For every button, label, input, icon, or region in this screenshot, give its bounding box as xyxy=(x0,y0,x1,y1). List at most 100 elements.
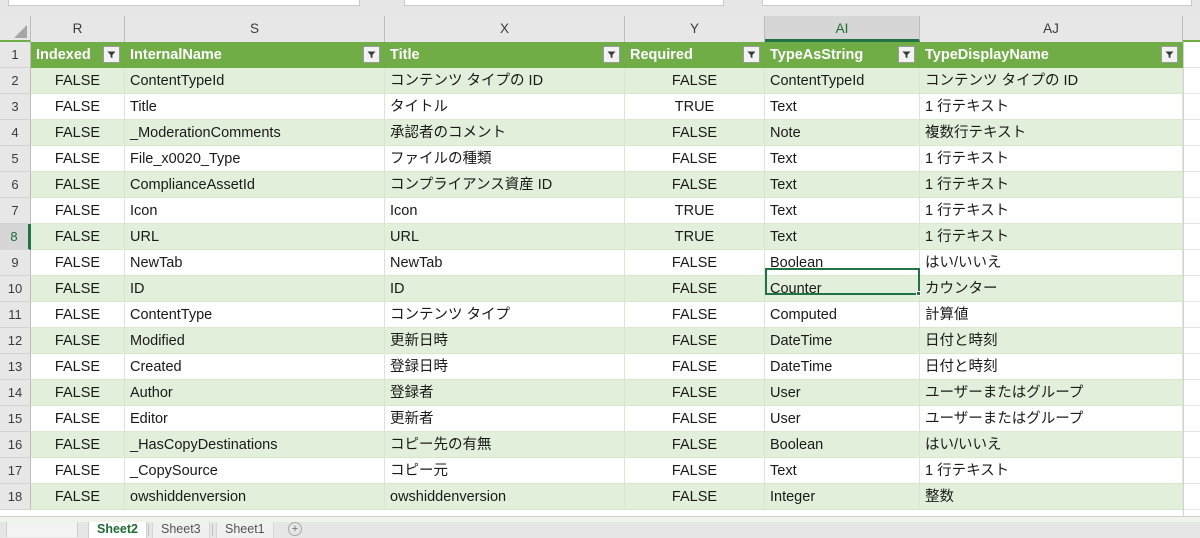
table-cell[interactable]: URL xyxy=(125,224,385,250)
table-cell[interactable]: Icon xyxy=(125,198,385,224)
column-header-y[interactable]: Y xyxy=(625,16,765,42)
table-cell[interactable]: FALSE xyxy=(31,146,125,172)
table-cell[interactable]: ユーザーまたはグループ xyxy=(920,406,1183,432)
filter-dropdown-icon[interactable] xyxy=(603,46,620,63)
filter-dropdown-icon[interactable] xyxy=(103,46,120,63)
table-cell[interactable]: Created xyxy=(125,354,385,380)
table-cell[interactable]: FALSE xyxy=(31,250,125,276)
table-cell[interactable]: File_x0020_Type xyxy=(125,146,385,172)
table-cell[interactable]: FALSE xyxy=(31,380,125,406)
filter-dropdown-icon[interactable] xyxy=(898,46,915,63)
table-cell[interactable]: Editor xyxy=(125,406,385,432)
table-cell[interactable]: 登録者 xyxy=(385,380,625,406)
table-cell[interactable]: FALSE xyxy=(625,68,765,94)
table-cell[interactable]: FALSE xyxy=(31,458,125,484)
table-cell[interactable]: はい/いいえ xyxy=(920,432,1183,458)
table-cell[interactable]: Integer xyxy=(765,484,920,510)
row-header-15[interactable]: 15 xyxy=(0,406,31,432)
table-cell[interactable]: FALSE xyxy=(31,328,125,354)
table-cell[interactable]: ContentTypeId xyxy=(765,68,920,94)
table-cell[interactable]: ID xyxy=(385,276,625,302)
table-cell[interactable]: FALSE xyxy=(625,406,765,432)
table-cell[interactable]: FALSE xyxy=(31,94,125,120)
table-cell[interactable]: 1 行テキスト xyxy=(920,146,1183,172)
column-header-ai[interactable]: AI xyxy=(765,16,920,42)
table-cell[interactable]: DateTime xyxy=(765,328,920,354)
table-cell[interactable]: Boolean xyxy=(765,432,920,458)
table-cell[interactable]: FALSE xyxy=(31,302,125,328)
sheet-tab-sheet3[interactable]: Sheet3 xyxy=(152,522,210,538)
row-header-14[interactable]: 14 xyxy=(0,380,31,406)
table-cell[interactable]: owshiddenversion xyxy=(385,484,625,510)
table-cell[interactable]: ComplianceAssetId xyxy=(125,172,385,198)
table-cell[interactable]: Author xyxy=(125,380,385,406)
table-cell[interactable]: Boolean xyxy=(765,250,920,276)
table-cell[interactable]: 複数行テキスト xyxy=(920,120,1183,146)
table-cell[interactable]: TRUE xyxy=(625,224,765,250)
row-header-16[interactable]: 16 xyxy=(0,432,31,458)
row-header-12[interactable]: 12 xyxy=(0,328,31,354)
table-cell[interactable]: FALSE xyxy=(31,406,125,432)
select-all-corner[interactable] xyxy=(0,16,31,42)
table-cell[interactable]: コンプライアンス資産 ID xyxy=(385,172,625,198)
add-sheet-button[interactable]: + xyxy=(288,522,302,536)
row-header-6[interactable]: 6 xyxy=(0,172,31,198)
filter-dropdown-icon[interactable] xyxy=(1161,46,1178,63)
table-cell[interactable]: 1 行テキスト xyxy=(920,224,1183,250)
table-cell[interactable]: User xyxy=(765,406,920,432)
column-header-aj[interactable]: AJ xyxy=(920,16,1183,42)
table-cell[interactable]: FALSE xyxy=(625,380,765,406)
table-cell[interactable]: Text xyxy=(765,198,920,224)
table-cell[interactable]: FALSE xyxy=(31,224,125,250)
table-cell[interactable]: 更新者 xyxy=(385,406,625,432)
row-header-2[interactable]: 2 xyxy=(0,68,31,94)
table-cell[interactable]: 日付と時刻 xyxy=(920,354,1183,380)
table-cell[interactable]: _HasCopyDestinations xyxy=(125,432,385,458)
table-cell[interactable]: ID xyxy=(125,276,385,302)
table-cell[interactable]: FALSE xyxy=(625,302,765,328)
table-cell[interactable]: FALSE xyxy=(31,68,125,94)
table-cell[interactable]: 承認者のコメント xyxy=(385,120,625,146)
table-cell[interactable]: コンテンツ タイプの ID xyxy=(385,68,625,94)
row-header-1[interactable]: 1 xyxy=(0,42,31,68)
row-header-11[interactable]: 11 xyxy=(0,302,31,328)
table-cell[interactable]: FALSE xyxy=(31,198,125,224)
table-cell[interactable]: ContentType xyxy=(125,302,385,328)
table-cell[interactable]: FALSE xyxy=(31,484,125,510)
table-cell[interactable]: 日付と時刻 xyxy=(920,328,1183,354)
table-cell[interactable]: owshiddenversion xyxy=(125,484,385,510)
table-cell[interactable]: FALSE xyxy=(625,432,765,458)
column-header-x[interactable]: X xyxy=(385,16,625,42)
table-cell[interactable]: FALSE xyxy=(625,120,765,146)
table-cell[interactable]: コピー元 xyxy=(385,458,625,484)
sheet-tab-sheet2[interactable]: Sheet2 xyxy=(88,522,147,538)
table-cell[interactable]: TRUE xyxy=(625,198,765,224)
sheet-nav-buttons[interactable] xyxy=(6,522,78,537)
sheet-tab-sheet1[interactable]: Sheet1 xyxy=(216,522,274,538)
table-cell[interactable]: ファイルの種類 xyxy=(385,146,625,172)
table-cell[interactable]: URL xyxy=(385,224,625,250)
row-header-7[interactable]: 7 xyxy=(0,198,31,224)
row-header-18[interactable]: 18 xyxy=(0,484,31,510)
table-cell[interactable]: はい/いいえ xyxy=(920,250,1183,276)
table-cell[interactable]: FALSE xyxy=(31,276,125,302)
table-cell[interactable]: 1 行テキスト xyxy=(920,94,1183,120)
table-cell[interactable]: コンテンツ タイプの ID xyxy=(920,68,1183,94)
table-cell[interactable]: タイトル xyxy=(385,94,625,120)
table-cell[interactable]: Title xyxy=(125,94,385,120)
table-cell[interactable]: FALSE xyxy=(625,250,765,276)
table-cell[interactable]: Modified xyxy=(125,328,385,354)
table-cell[interactable]: 計算値 xyxy=(920,302,1183,328)
table-cell[interactable]: Text xyxy=(765,172,920,198)
row-header-9[interactable]: 9 xyxy=(0,250,31,276)
filter-dropdown-icon[interactable] xyxy=(743,46,760,63)
row-header-13[interactable]: 13 xyxy=(0,354,31,380)
table-cell[interactable]: FALSE xyxy=(625,354,765,380)
table-cell[interactable]: _CopySource xyxy=(125,458,385,484)
table-cell[interactable]: Text xyxy=(765,94,920,120)
table-cell[interactable]: 登録日時 xyxy=(385,354,625,380)
table-cell[interactable]: Text xyxy=(765,458,920,484)
table-cell[interactable]: FALSE xyxy=(31,120,125,146)
row-header-4[interactable]: 4 xyxy=(0,120,31,146)
row-header-8[interactable]: 8 xyxy=(0,224,31,250)
